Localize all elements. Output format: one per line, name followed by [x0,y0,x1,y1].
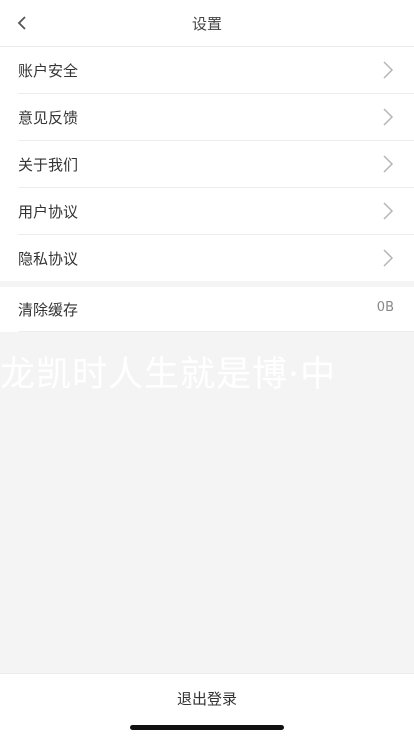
menu-item-label: 账户安全 [18,61,79,80]
menu-item-label: 隐私协议 [18,249,79,268]
clear-cache-row[interactable]: 清除缓存 0B [0,287,414,332]
chevron-right-icon [383,61,394,79]
nav-bar: 设置 [0,0,414,47]
chevron-right-icon [383,155,394,173]
home-indicator[interactable] [130,725,284,730]
cache-size-value: 0B [376,300,394,315]
chevron-right-icon [383,249,394,267]
clear-cache-label: 清除缓存 [18,300,79,319]
logout-button[interactable]: 退出登录 [0,688,414,709]
chevron-right-icon [383,202,394,220]
menu-item-account-security[interactable]: 账户安全 [18,47,414,94]
menu-item-label: 用户协议 [18,202,79,221]
menu-item-privacy-agreement[interactable]: 隐私协议 [18,235,414,281]
menu-item-about-us[interactable]: 关于我们 [18,141,414,188]
settings-menu: 账户安全 意见反馈 关于我们 用户协议 隐私协议 [0,47,414,281]
clear-cache-item[interactable]: 清除缓存 0B [18,287,414,332]
menu-item-label: 关于我们 [18,155,79,174]
watermark-text: 龙凯时人生就是博·中 [0,355,337,395]
footer-bar: 退出登录 [0,673,414,736]
menu-item-label: 意见反馈 [18,108,79,127]
menu-item-feedback[interactable]: 意见反馈 [18,94,414,141]
menu-item-user-agreement[interactable]: 用户协议 [18,188,414,235]
chevron-right-icon [383,108,394,126]
page-title: 设置 [191,15,222,33]
